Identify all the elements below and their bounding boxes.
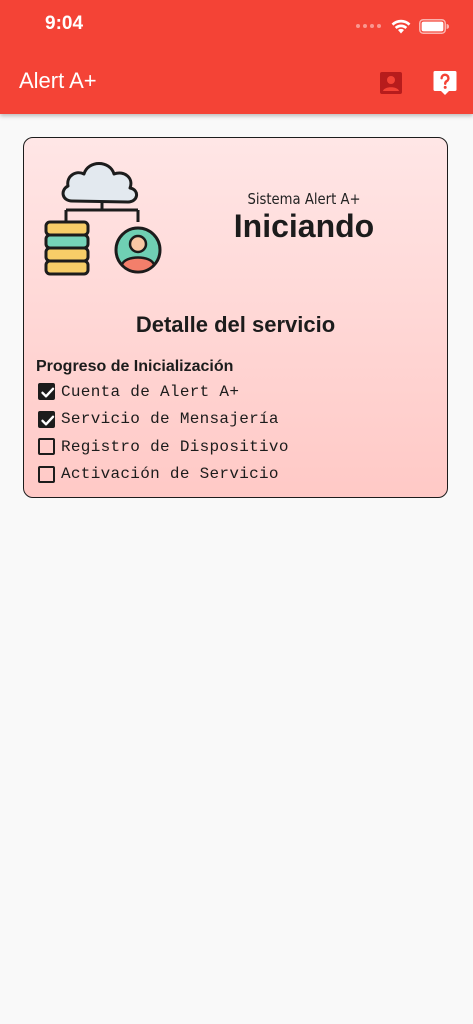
- progress-step-label: Registro de Dispositivo: [61, 437, 289, 456]
- battery-icon: [419, 18, 449, 34]
- contact-card-icon[interactable]: [379, 70, 403, 96]
- progress-step-device: Registro de Dispositivo: [38, 433, 289, 461]
- cellular-signal-icon: [356, 24, 381, 28]
- cloud-database-user-icon: [44, 162, 162, 276]
- status-title: Iniciando: [233, 208, 375, 244]
- help-icon[interactable]: [433, 70, 457, 96]
- wifi-icon: [391, 19, 411, 33]
- checkbox-unchecked-icon: [38, 465, 55, 483]
- progress-step-label: Activación de Servicio: [61, 465, 279, 484]
- status-icons: [356, 16, 449, 36]
- app-title: Alert A+: [19, 68, 97, 93]
- checkbox-checked-icon: [38, 410, 55, 428]
- detail-title: Detalle del servicio: [135, 312, 336, 337]
- system-label: Sistema Alert A+: [247, 190, 361, 208]
- service-status-card: Sistema Alert A+ Iniciando Detalle del s…: [23, 137, 448, 498]
- checkbox-unchecked-icon: [38, 438, 55, 456]
- progress-step-account: Cuenta de Alert A+: [38, 378, 289, 406]
- progress-title: Progreso de Inicialización: [36, 358, 234, 375]
- progress-step-messaging: Servicio de Mensajería: [38, 406, 289, 434]
- progress-list: Cuenta de Alert A+ Servicio de Mensajerí…: [38, 378, 289, 488]
- status-time: 9:04: [45, 13, 84, 34]
- progress-step-label: Servicio de Mensajería: [61, 410, 279, 429]
- checkbox-checked-icon: [38, 383, 55, 401]
- app-bar: 9:04 Alert A+: [0, 0, 473, 114]
- progress-step-label: Cuenta de Alert A+: [61, 382, 240, 401]
- progress-step-activation: Activación de Servicio: [38, 461, 289, 489]
